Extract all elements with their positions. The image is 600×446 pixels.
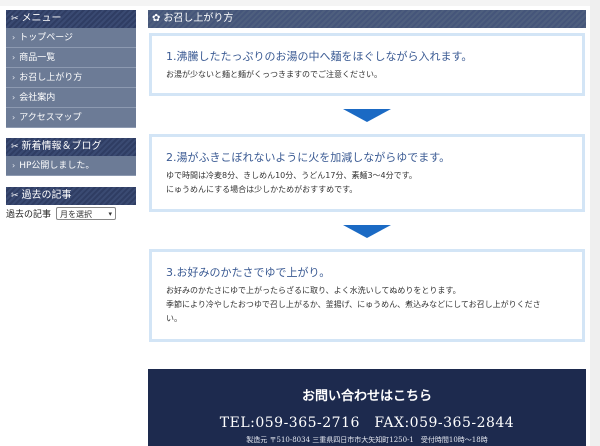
news-heading-label: 新着情報＆ブログ <box>21 141 102 152</box>
archive-select-value: 月を選択 <box>60 210 93 219</box>
step-text: にゅうめんにする場合は少しかためがおすすめです。 <box>166 185 358 194</box>
step-text: い。 <box>166 314 182 323</box>
step-card-1: 1.沸騰したたっぷりのお湯の中へ麺をほぐしながら入れます。 お湯が少ないと麺と麺… <box>149 33 585 96</box>
step-text: ゆで時間は冷麦8分、きしめん10分、うどん17分、素麺3〜4分です。 <box>166 171 417 180</box>
step-card-3: 3.お好みのかたさでゆで上がり。 お好みのかたさにゆで上がったらざるに取り、よく… <box>149 249 585 342</box>
scroll-gutter <box>590 0 600 446</box>
sidebar: ✂ メニュー › トップページ › 商品一覧 › お召し上がり方 › 会社案内 … <box>6 10 136 220</box>
contact-tel-fax: TEL:059-365-2716 FAX:059-365-2844 <box>219 415 515 431</box>
archive-label: 過去の記事 <box>6 210 52 220</box>
header-fragment: —— —— <box>10 0 49 4</box>
sidebar-item-label: お召し上がり方 <box>19 72 83 83</box>
step-title: 1.沸騰したたっぷりのお湯の中へ麺をほぐしながら入れます。 <box>166 50 473 63</box>
down-arrow-icon <box>343 109 391 122</box>
chevron-right-icon: › <box>12 112 16 122</box>
archive-heading-label: 過去の記事 <box>21 190 72 201</box>
ribbon-icon: ✂ <box>11 142 19 152</box>
step-card-2: 2.湯がふきこぼれないように火を加減しながらゆでます。 ゆで時間は冷麦8分、きし… <box>149 134 585 212</box>
news-heading: ✂ 新着情報＆ブログ <box>6 138 136 156</box>
chevron-down-icon: ▾ <box>108 210 113 218</box>
chevron-right-icon: › <box>12 52 16 62</box>
page-title-label: お召し上がり方 <box>163 13 234 24</box>
step-text: 季節により冷やしたおつゆで召し上がるか、釜揚げ、にゅうめん、煮込みなどにしてお召… <box>166 300 541 309</box>
sidebar-item-label: 会社案内 <box>19 92 56 103</box>
flower-icon: ✿ <box>152 13 161 24</box>
top-strip: —— —— <box>0 0 600 6</box>
sidebar-item-access[interactable]: › アクセスマップ <box>6 108 136 128</box>
ribbon-icon: ✂ <box>11 191 19 201</box>
page-title: ✿ お召し上がり方 <box>148 10 586 28</box>
sidebar-item-label: トップページ <box>19 32 74 43</box>
step-text: お湯が少ないと麺と麺がくっつきますのでご注意ください。 <box>166 70 382 79</box>
sidebar-item-company[interactable]: › 会社案内 <box>6 88 136 108</box>
news-item[interactable]: › HP公開しました。 <box>6 156 136 176</box>
archive-heading: ✂ 過去の記事 <box>6 187 136 205</box>
sidebar-item-label: 商品一覧 <box>19 52 56 63</box>
archive-row: 過去の記事 月を選択 ▾ <box>6 207 136 220</box>
chevron-right-icon: › <box>12 32 16 42</box>
chevron-right-icon: › <box>12 160 16 170</box>
contact-title: お問い合わせはこちら <box>301 389 432 404</box>
archive-month-select[interactable]: 月を選択 ▾ <box>56 207 117 220</box>
step-title: 2.湯がふきこぼれないように火を加減しながらゆでます。 <box>166 151 451 164</box>
contact-banner[interactable]: お問い合わせはこちら TEL:059-365-2716 FAX:059-365-… <box>148 369 586 446</box>
sidebar-item-top[interactable]: › トップページ <box>6 28 136 48</box>
menu-heading: ✂ メニュー <box>6 10 136 28</box>
sidebar-item-how-to-eat[interactable]: › お召し上がり方 <box>6 68 136 88</box>
step-title: 3.お好みのかたさでゆで上がり。 <box>166 266 331 279</box>
ribbon-icon: ✂ <box>11 14 19 24</box>
sidebar-item-products[interactable]: › 商品一覧 <box>6 48 136 68</box>
news-item-label: HP公開しました。 <box>19 160 95 171</box>
contact-address: 製造元 〒510-8034 三重県四日市市大矢知町1250-1 受付時間10時〜… <box>246 436 488 444</box>
step-text: お好みのかたさにゆで上がったらざるに取り、よく水洗いしてぬめりをとります。 <box>166 286 461 295</box>
chevron-right-icon: › <box>12 92 16 102</box>
down-arrow-icon <box>343 225 391 238</box>
menu-heading-label: メニュー <box>21 13 62 24</box>
sidebar-item-label: アクセスマップ <box>19 112 82 123</box>
chevron-right-icon: › <box>12 72 16 82</box>
